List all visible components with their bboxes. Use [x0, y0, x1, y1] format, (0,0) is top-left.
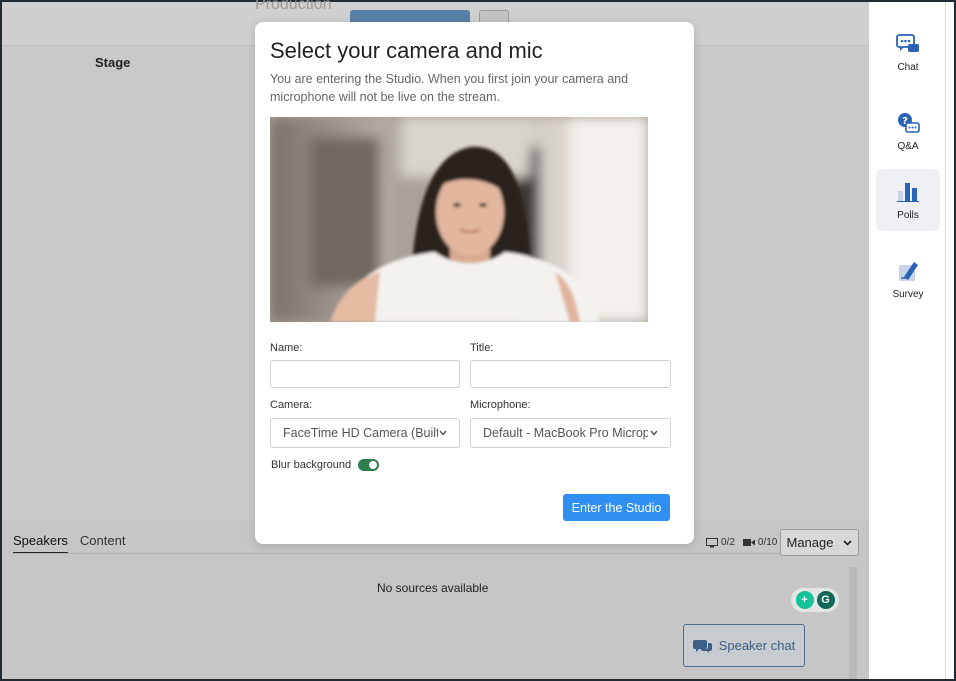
tab-content[interactable]: Content — [80, 533, 126, 554]
sidebar-item-label: Chat — [897, 61, 919, 73]
chat-bubbles-icon — [896, 33, 919, 52]
speaker-chat-label: Speaker chat — [718, 638, 796, 653]
chevron-down-icon — [439, 430, 447, 436]
name-label: Name: — [270, 342, 303, 354]
tabs-divider — [13, 553, 855, 554]
title-label: Title: — [470, 342, 494, 354]
blur-background-toggle[interactable] — [358, 459, 380, 471]
sidebar-edge — [945, 2, 954, 679]
chevron-down-icon — [843, 539, 853, 546]
chat-bubbles-icon — [692, 639, 712, 653]
sidebar-item-polls[interactable]: Polls — [876, 169, 940, 231]
dialog-title: Select your camera and mic — [270, 38, 543, 63]
sources-scrollbar[interactable] — [849, 567, 857, 679]
no-sources-message: No sources available — [377, 581, 489, 595]
screen-count: 0/2 — [706, 537, 735, 548]
microphone-select[interactable]: Default - MacBook Pro Microphone — [470, 418, 671, 448]
camera-preview-image — [270, 117, 648, 322]
dialog-description: You are entering the Studio. When you fi… — [270, 72, 629, 104]
survey-icon — [899, 261, 918, 281]
source-counts: 0/2 0/10 — [706, 537, 777, 548]
camera-mic-dialog: Select your camera and mic You are enter… — [255, 22, 694, 544]
microphone-select-value: Default - MacBook Pro Microphone — [483, 426, 648, 440]
camera-select-value: FaceTime HD Camera (Built-in) — [283, 426, 438, 440]
manage-dropdown[interactable]: Manage — [780, 529, 859, 556]
blur-background-label: Blur background — [271, 459, 352, 471]
sidebar-item-label: Survey — [892, 288, 924, 300]
grammarly-logo-icon[interactable]: G — [816, 591, 835, 609]
speaker-chat-button[interactable]: Speaker chat — [683, 624, 805, 667]
sources-tabs: Speakers Content — [13, 533, 125, 554]
sidebar-item-label: Q&A — [897, 140, 919, 152]
enter-studio-button[interactable]: Enter the Studio — [563, 494, 670, 521]
camera-preview — [270, 117, 648, 322]
microphone-label: Microphone: — [470, 399, 531, 411]
blur-background-row: Blur background — [271, 459, 380, 471]
title-field[interactable] — [470, 360, 671, 388]
camera-count-value: 0/10 — [757, 537, 778, 548]
grammarly-widget[interactable]: + G — [791, 588, 839, 612]
stage-label: Stage — [95, 55, 131, 70]
name-field[interactable] — [270, 360, 460, 388]
production-label: Production — [255, 0, 332, 13]
video-camera-icon — [742, 539, 755, 546]
sidebar-item-chat[interactable]: Chat — [876, 21, 940, 83]
qa-icon: ? — [898, 112, 920, 133]
sidebar-item-label: Polls — [897, 209, 919, 221]
sidebar-item-survey[interactable]: Survey — [876, 248, 940, 310]
tab-speakers[interactable]: Speakers — [13, 533, 68, 554]
camera-select[interactable]: FaceTime HD Camera (Built-in) — [270, 418, 460, 448]
polls-icon — [897, 182, 919, 202]
monitor-icon — [706, 537, 718, 547]
chevron-down-icon — [650, 430, 658, 436]
screen-count-value: 0/2 — [721, 537, 735, 548]
sidebar-item-qa[interactable]: ? Q&A — [876, 100, 940, 162]
grammarly-add-icon[interactable]: + — [795, 591, 814, 609]
camera-label: Camera: — [270, 399, 313, 411]
camera-count: 0/10 — [742, 537, 778, 548]
manage-label: Manage — [786, 535, 834, 550]
